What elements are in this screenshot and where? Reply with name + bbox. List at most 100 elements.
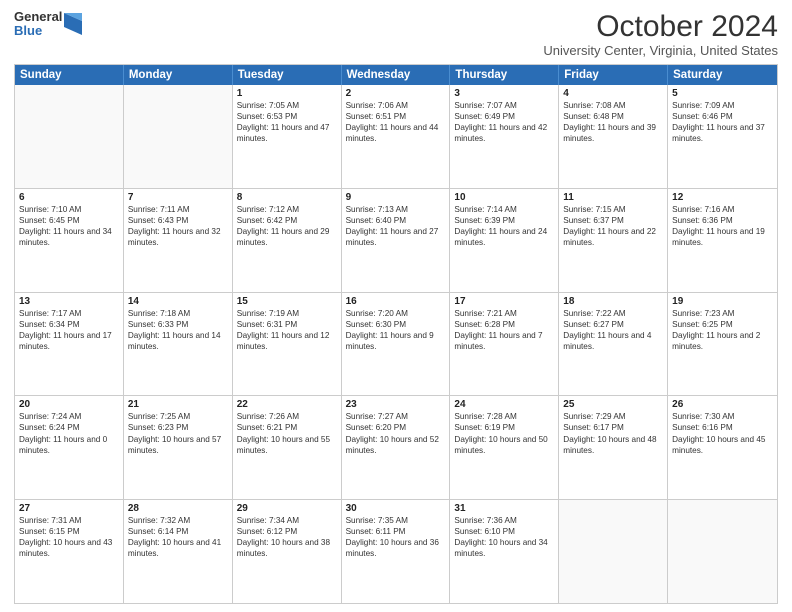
calendar-cell: 29Sunrise: 7:34 AMSunset: 6:12 PMDayligh… xyxy=(233,500,342,603)
day-number: 23 xyxy=(346,399,446,410)
calendar-cell: 21Sunrise: 7:25 AMSunset: 6:23 PMDayligh… xyxy=(124,396,233,499)
calendar-cell: 6Sunrise: 7:10 AMSunset: 6:45 PMDaylight… xyxy=(15,189,124,292)
cell-text: Sunrise: 7:35 AMSunset: 6:11 PMDaylight:… xyxy=(346,515,446,559)
calendar-cell: 26Sunrise: 7:30 AMSunset: 6:16 PMDayligh… xyxy=(668,396,777,499)
calendar-cell: 17Sunrise: 7:21 AMSunset: 6:28 PMDayligh… xyxy=(450,293,559,396)
calendar-cell xyxy=(124,85,233,188)
day-number: 28 xyxy=(128,503,228,514)
cell-text: Sunrise: 7:20 AMSunset: 6:30 PMDaylight:… xyxy=(346,308,446,352)
logo-general: General xyxy=(14,10,62,24)
calendar-cell: 25Sunrise: 7:29 AMSunset: 6:17 PMDayligh… xyxy=(559,396,668,499)
cell-text: Sunrise: 7:19 AMSunset: 6:31 PMDaylight:… xyxy=(237,308,337,352)
calendar-cell: 28Sunrise: 7:32 AMSunset: 6:14 PMDayligh… xyxy=(124,500,233,603)
calendar-cell: 4Sunrise: 7:08 AMSunset: 6:48 PMDaylight… xyxy=(559,85,668,188)
cell-text: Sunrise: 7:06 AMSunset: 6:51 PMDaylight:… xyxy=(346,100,446,144)
cell-text: Sunrise: 7:12 AMSunset: 6:42 PMDaylight:… xyxy=(237,204,337,248)
cell-text: Sunrise: 7:29 AMSunset: 6:17 PMDaylight:… xyxy=(563,411,663,455)
title-block: October 2024 University Center, Virginia… xyxy=(543,10,778,58)
logo: General Blue xyxy=(14,10,82,39)
calendar-cell: 11Sunrise: 7:15 AMSunset: 6:37 PMDayligh… xyxy=(559,189,668,292)
day-number: 17 xyxy=(454,296,554,307)
day-number: 22 xyxy=(237,399,337,410)
cell-text: Sunrise: 7:05 AMSunset: 6:53 PMDaylight:… xyxy=(237,100,337,144)
calendar-cell: 19Sunrise: 7:23 AMSunset: 6:25 PMDayligh… xyxy=(668,293,777,396)
cell-text: Sunrise: 7:34 AMSunset: 6:12 PMDaylight:… xyxy=(237,515,337,559)
calendar-header-cell: Monday xyxy=(124,65,233,85)
day-number: 11 xyxy=(563,192,663,203)
cell-text: Sunrise: 7:17 AMSunset: 6:34 PMDaylight:… xyxy=(19,308,119,352)
cell-text: Sunrise: 7:36 AMSunset: 6:10 PMDaylight:… xyxy=(454,515,554,559)
day-number: 3 xyxy=(454,88,554,99)
day-number: 20 xyxy=(19,399,119,410)
cell-text: Sunrise: 7:32 AMSunset: 6:14 PMDaylight:… xyxy=(128,515,228,559)
cell-text: Sunrise: 7:16 AMSunset: 6:36 PMDaylight:… xyxy=(672,204,773,248)
calendar-cell: 8Sunrise: 7:12 AMSunset: 6:42 PMDaylight… xyxy=(233,189,342,292)
calendar-cell: 30Sunrise: 7:35 AMSunset: 6:11 PMDayligh… xyxy=(342,500,451,603)
calendar-cell: 16Sunrise: 7:20 AMSunset: 6:30 PMDayligh… xyxy=(342,293,451,396)
calendar-cell xyxy=(15,85,124,188)
day-number: 25 xyxy=(563,399,663,410)
cell-text: Sunrise: 7:14 AMSunset: 6:39 PMDaylight:… xyxy=(454,204,554,248)
day-number: 6 xyxy=(19,192,119,203)
calendar-cell: 18Sunrise: 7:22 AMSunset: 6:27 PMDayligh… xyxy=(559,293,668,396)
day-number: 21 xyxy=(128,399,228,410)
calendar-cell: 22Sunrise: 7:26 AMSunset: 6:21 PMDayligh… xyxy=(233,396,342,499)
logo-text: General Blue xyxy=(14,10,62,39)
calendar-cell: 24Sunrise: 7:28 AMSunset: 6:19 PMDayligh… xyxy=(450,396,559,499)
cell-text: Sunrise: 7:22 AMSunset: 6:27 PMDaylight:… xyxy=(563,308,663,352)
calendar-cell: 23Sunrise: 7:27 AMSunset: 6:20 PMDayligh… xyxy=(342,396,451,499)
cell-text: Sunrise: 7:09 AMSunset: 6:46 PMDaylight:… xyxy=(672,100,773,144)
calendar-cell: 20Sunrise: 7:24 AMSunset: 6:24 PMDayligh… xyxy=(15,396,124,499)
cell-text: Sunrise: 7:25 AMSunset: 6:23 PMDaylight:… xyxy=(128,411,228,455)
day-number: 8 xyxy=(237,192,337,203)
day-number: 1 xyxy=(237,88,337,99)
calendar: SundayMondayTuesdayWednesdayThursdayFrid… xyxy=(14,64,778,604)
calendar-row: 6Sunrise: 7:10 AMSunset: 6:45 PMDaylight… xyxy=(15,188,777,292)
day-number: 18 xyxy=(563,296,663,307)
cell-text: Sunrise: 7:13 AMSunset: 6:40 PMDaylight:… xyxy=(346,204,446,248)
subtitle: University Center, Virginia, United Stat… xyxy=(543,43,778,58)
page: General Blue October 2024 University Cen… xyxy=(0,0,792,612)
calendar-cell: 27Sunrise: 7:31 AMSunset: 6:15 PMDayligh… xyxy=(15,500,124,603)
calendar-row: 27Sunrise: 7:31 AMSunset: 6:15 PMDayligh… xyxy=(15,499,777,603)
day-number: 27 xyxy=(19,503,119,514)
calendar-cell: 10Sunrise: 7:14 AMSunset: 6:39 PMDayligh… xyxy=(450,189,559,292)
cell-text: Sunrise: 7:21 AMSunset: 6:28 PMDaylight:… xyxy=(454,308,554,352)
cell-text: Sunrise: 7:30 AMSunset: 6:16 PMDaylight:… xyxy=(672,411,773,455)
logo-icon xyxy=(64,13,82,35)
cell-text: Sunrise: 7:10 AMSunset: 6:45 PMDaylight:… xyxy=(19,204,119,248)
calendar-header-cell: Saturday xyxy=(668,65,777,85)
calendar-cell: 1Sunrise: 7:05 AMSunset: 6:53 PMDaylight… xyxy=(233,85,342,188)
calendar-header: SundayMondayTuesdayWednesdayThursdayFrid… xyxy=(15,65,777,85)
cell-text: Sunrise: 7:26 AMSunset: 6:21 PMDaylight:… xyxy=(237,411,337,455)
calendar-cell: 7Sunrise: 7:11 AMSunset: 6:43 PMDaylight… xyxy=(124,189,233,292)
day-number: 16 xyxy=(346,296,446,307)
calendar-header-cell: Sunday xyxy=(15,65,124,85)
day-number: 7 xyxy=(128,192,228,203)
day-number: 24 xyxy=(454,399,554,410)
calendar-cell: 3Sunrise: 7:07 AMSunset: 6:49 PMDaylight… xyxy=(450,85,559,188)
day-number: 26 xyxy=(672,399,773,410)
calendar-header-cell: Friday xyxy=(559,65,668,85)
calendar-cell: 5Sunrise: 7:09 AMSunset: 6:46 PMDaylight… xyxy=(668,85,777,188)
day-number: 19 xyxy=(672,296,773,307)
cell-text: Sunrise: 7:18 AMSunset: 6:33 PMDaylight:… xyxy=(128,308,228,352)
cell-text: Sunrise: 7:28 AMSunset: 6:19 PMDaylight:… xyxy=(454,411,554,455)
day-number: 10 xyxy=(454,192,554,203)
calendar-cell xyxy=(559,500,668,603)
day-number: 12 xyxy=(672,192,773,203)
day-number: 15 xyxy=(237,296,337,307)
day-number: 29 xyxy=(237,503,337,514)
cell-text: Sunrise: 7:08 AMSunset: 6:48 PMDaylight:… xyxy=(563,100,663,144)
calendar-cell: 13Sunrise: 7:17 AMSunset: 6:34 PMDayligh… xyxy=(15,293,124,396)
day-number: 5 xyxy=(672,88,773,99)
calendar-cell: 12Sunrise: 7:16 AMSunset: 6:36 PMDayligh… xyxy=(668,189,777,292)
logo-blue: Blue xyxy=(14,24,62,38)
cell-text: Sunrise: 7:23 AMSunset: 6:25 PMDaylight:… xyxy=(672,308,773,352)
day-number: 30 xyxy=(346,503,446,514)
month-title: October 2024 xyxy=(543,10,778,43)
calendar-cell: 14Sunrise: 7:18 AMSunset: 6:33 PMDayligh… xyxy=(124,293,233,396)
cell-text: Sunrise: 7:31 AMSunset: 6:15 PMDaylight:… xyxy=(19,515,119,559)
day-number: 2 xyxy=(346,88,446,99)
calendar-row: 20Sunrise: 7:24 AMSunset: 6:24 PMDayligh… xyxy=(15,395,777,499)
